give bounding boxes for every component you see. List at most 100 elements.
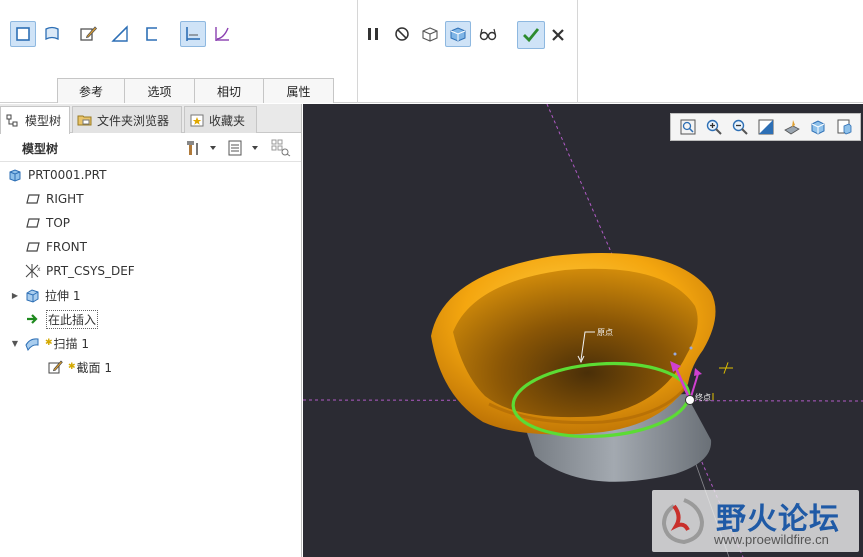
trajectory-handle-dot [689,346,693,350]
verify-preview-button[interactable] [445,21,471,47]
solid-icon [16,27,30,41]
tab-folder-browser-label: 文件夹浏览器 [97,113,170,128]
display-style-button[interactable] [806,116,829,138]
tree-filter-icon [271,139,291,157]
checkmark-icon [523,28,540,43]
tree-node-section[interactable]: ✱ 截面 1 [46,356,112,378]
tree-node-label: FRONT [46,240,87,254]
zoom-out-icon [732,119,748,135]
sketch-pencil-icon [46,359,64,375]
no-preview-icon [395,27,409,41]
thicken-button[interactable] [139,21,165,47]
tab-model-tree[interactable]: 模型树 [0,106,70,134]
ribbon-separator [577,0,578,103]
ribbon-separator [357,0,358,103]
forum-logo [661,498,705,545]
tree-filter-button[interactable] [271,138,291,158]
variable-section-button[interactable] [209,21,235,47]
tree-node-label: 截面 1 [76,360,112,375]
chevron-down-icon [252,146,258,150]
pause-button[interactable] [360,21,386,47]
tree-node-extrude[interactable]: ▶ 拉伸 1 [10,284,80,306]
coordinate-system-icon: x [24,263,42,279]
sketch-section-button[interactable] [75,21,101,47]
new-feature-star-icon: ✱ [45,338,53,348]
svg-text:x: x [37,266,41,273]
cancel-button[interactable] [545,22,571,48]
surface-sweep-button[interactable] [39,21,65,47]
surface-icon [45,26,59,41]
pause-icon [368,28,378,40]
model-tree-icon [5,113,21,129]
tree-node-insert-here[interactable]: 在此插入 [24,308,99,330]
datum-plane-icon [24,191,42,207]
tree-node-label: PRT0001.PRT [28,168,107,182]
tree-node-label: 扫描 1 [53,336,89,351]
collapse-arrow-icon[interactable]: ▼ [10,338,20,348]
no-preview-button[interactable] [389,21,415,47]
part-icon [6,167,24,183]
model-tree-title: 模型树 [22,142,59,156]
saved-orientations-button[interactable] [780,116,803,138]
tree-node-label: PRT_CSYS_DEF [46,264,135,278]
tree-node-label: 在此插入 [46,309,99,329]
tab-favorites[interactable]: 收藏夹 [184,106,257,133]
thicken-icon [146,27,157,41]
expand-arrow-icon[interactable]: ▶ [10,290,20,300]
origin-label: 原点 [597,328,613,337]
close-icon [552,29,564,41]
tree-node-right[interactable]: RIGHT [24,188,84,210]
trajectory-handle-dot [673,352,677,356]
refit-icon [680,119,695,135]
confirm-button[interactable] [517,21,545,49]
preview-button[interactable] [417,21,443,47]
navigator-tabs: 模型树 文件夹浏览器 收藏夹 [0,104,301,134]
tree-settings-button[interactable] [226,138,260,158]
zoom-in-icon [706,119,722,135]
tab-references[interactable]: 参考 [57,78,125,103]
folder-browser-icon [77,112,93,128]
trajectory-start-point[interactable] [685,395,695,405]
chevron-down-icon [210,146,216,150]
tree-node-label: 拉伸 1 [45,288,81,303]
datum-plane-icon [24,215,42,231]
tree-node-label: TOP [46,216,71,230]
new-feature-star-icon: ✱ [68,362,76,372]
zoom-in-button[interactable] [702,116,725,138]
hammer-icon [187,141,198,155]
variable-section-icon [215,27,229,41]
graphics-viewport[interactable]: 原点 终点 野火论坛 www.proewildfire.cn [303,104,863,557]
solid-sweep-button[interactable] [10,21,36,47]
tree-node-top[interactable]: TOP [24,212,70,234]
tab-tangency[interactable]: 相切 [194,78,264,103]
view-manager-button[interactable] [832,116,855,138]
tree-node-root[interactable]: PRT0001.PRT [6,164,106,186]
navigator-panel: 模型树 文件夹浏览器 收藏夹 模型树 PRT0001.PRT RIGHT TOP… [0,104,302,557]
tree-node-csys[interactable]: x PRT_CSYS_DEF [24,260,135,282]
tab-options[interactable]: 选项 [124,78,195,103]
constant-section-icon [186,27,200,41]
list-settings-icon [228,140,242,156]
watermark-url: www.proewildfire.cn [714,532,829,547]
sketch-pencil-icon [80,26,98,41]
tree-node-sweep[interactable]: ▼ ✱ 扫描 1 [10,332,89,354]
verify-preview-icon [450,27,466,42]
tab-favorites-label: 收藏夹 [209,113,246,128]
constant-section-button[interactable] [180,21,206,47]
view-manager-icon [837,119,851,135]
repaint-button[interactable] [754,116,777,138]
verify-mode-button[interactable] [475,21,501,47]
tab-properties[interactable]: 属性 [263,78,334,103]
datum-plane-icon [24,239,42,255]
remove-material-button[interactable] [107,21,133,47]
tree-node-front[interactable]: FRONT [24,236,87,258]
refit-button[interactable] [676,116,699,138]
insert-arrow-icon [24,311,42,327]
tree-node-label: RIGHT [46,192,84,206]
zoom-out-button[interactable] [728,116,751,138]
end-label: 终点 [695,392,711,402]
dashboard-tabs: 参考 选项 相切 属性 [57,78,334,103]
tree-tools-button[interactable] [184,138,218,158]
tab-folder-browser[interactable]: 文件夹浏览器 [72,106,182,133]
orientation-icon [783,120,800,135]
